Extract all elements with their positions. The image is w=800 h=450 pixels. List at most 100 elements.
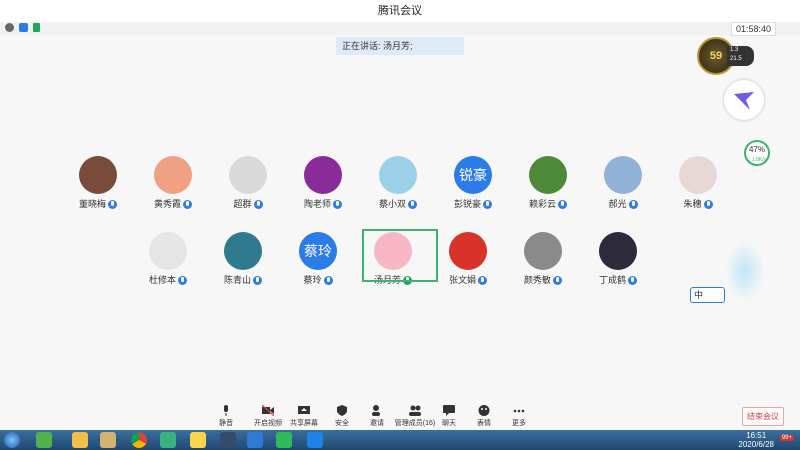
participant-tile[interactable]: 陈青山	[205, 229, 281, 311]
notification-badge[interactable]: 99+	[779, 435, 794, 441]
more-button[interactable]: 更多	[501, 405, 537, 428]
participant-name-row: 彭锐豪	[435, 197, 511, 210]
participant-tile[interactable]: 超群	[210, 153, 286, 235]
participant-tile[interactable]: 黄秀霞	[135, 153, 211, 235]
mute-button[interactable]: 静音	[208, 405, 244, 428]
add-user-icon	[372, 405, 380, 416]
participant-name: 陈青山	[223, 275, 251, 285]
participant-name: 董晓梅	[78, 199, 106, 209]
microphone-icon	[553, 276, 562, 286]
start-button[interactable]	[4, 432, 20, 448]
windows-taskbar: 16:51 2020/6/28 99+	[0, 430, 800, 450]
microphone-icon	[483, 200, 492, 210]
microphone-icon	[408, 200, 417, 210]
participant-name-row: 超群	[210, 197, 286, 210]
speaking-indicator: 正在讲话: 汤月芳;	[336, 37, 464, 55]
participant-name-row: 董晓梅	[60, 197, 136, 210]
app-icon-1[interactable]	[36, 432, 52, 448]
participant-tile[interactable]: 蔡玲 蔡玲	[280, 229, 356, 311]
wechat-icon[interactable]	[276, 432, 292, 448]
participant-tile[interactable]: 颜秀敏	[505, 229, 581, 311]
microphone-icon	[558, 200, 567, 210]
avatar	[79, 156, 117, 194]
qq-icon[interactable]	[190, 432, 206, 448]
microphone-icon	[478, 276, 487, 286]
end-meeting-button[interactable]: 结束会议	[742, 407, 784, 426]
participant-name: 蔡小双	[378, 199, 406, 209]
avatar: 蔡玲	[299, 232, 337, 270]
window-title-bar: 腾讯会议	[0, 0, 800, 23]
avatar	[529, 156, 567, 194]
participant-tile[interactable]: 张文娟	[430, 229, 506, 311]
meeting-timer: 01:58:40	[730, 22, 776, 36]
video-off-icon	[262, 405, 274, 416]
participant-name: 黄秀霞	[153, 199, 181, 209]
participant-name: 超群	[233, 199, 252, 209]
participant-tile[interactable]: 朱穗	[660, 153, 736, 235]
participant-tile[interactable]: 赖彩云	[510, 153, 586, 235]
participant-name-row: 丁成鹤	[580, 273, 656, 286]
smiley-icon	[478, 405, 490, 416]
chat-button[interactable]: 聊天	[431, 405, 467, 428]
meeting-status-bar: 01:58:40	[0, 22, 800, 36]
media-app-icon[interactable]	[220, 432, 236, 448]
avatar	[524, 232, 562, 270]
participant-name: 张文娟	[448, 275, 476, 285]
participant-name-row: 蔡玲	[280, 273, 356, 286]
participant-tile[interactable]: 丁成鹤	[580, 229, 656, 311]
info-icon[interactable]	[5, 23, 14, 32]
signal-icon[interactable]	[33, 23, 40, 32]
wps-icon[interactable]	[247, 432, 263, 448]
invite-button[interactable]: 邀请	[359, 405, 395, 428]
participant-tile[interactable]: 郝光	[585, 153, 661, 235]
file-explorer-icon[interactable]	[72, 432, 88, 448]
reactions-button[interactable]: 表情	[466, 405, 502, 428]
microphone-icon	[703, 200, 713, 210]
members-icon	[409, 405, 421, 416]
meeting-toolbar: 静音 开启视频 共享屏幕 安全 邀请 管理成员(16) 聊天 表情 更多	[0, 402, 800, 430]
security-button[interactable]: 安全	[324, 405, 360, 428]
participant-name: 彭锐豪	[453, 199, 481, 209]
chat-icon	[443, 405, 455, 416]
thunder-bird-icon[interactable]	[724, 80, 764, 120]
avatar	[229, 156, 267, 194]
microphone-icon	[108, 200, 117, 210]
media-player-icon[interactable]	[160, 432, 176, 448]
participant-tile[interactable]: 董晓梅	[60, 153, 136, 235]
participant-name: 朱穗	[683, 199, 702, 209]
participant-tile[interactable]: 蔡小双	[360, 153, 436, 235]
participant-name-row: 蔡小双	[360, 197, 436, 210]
microphone-icon	[253, 276, 262, 286]
avatar	[379, 156, 417, 194]
participant-name-row: 朱穗	[660, 197, 736, 210]
participant-name-row: 颜秀敏	[505, 273, 581, 286]
cpu-usage-widget[interactable]: 47% ↑ 1.8K/s	[744, 140, 770, 166]
microphone-icon	[178, 276, 187, 286]
participant-tile[interactable]: 锐豪 彭锐豪	[435, 153, 511, 235]
microphone-icon	[253, 200, 263, 210]
download-speed: 21.5	[730, 56, 742, 62]
participant-tile[interactable]: 杜修本	[130, 229, 206, 311]
avatar	[449, 232, 487, 270]
ime-indicator[interactable]: 中	[690, 287, 725, 303]
avatar	[149, 232, 187, 270]
net-speed-widget: 1.3 21.5	[727, 46, 754, 66]
chrome-icon[interactable]	[131, 432, 147, 448]
shield-icon	[337, 405, 347, 416]
microphone-icon	[628, 276, 637, 286]
taskbar-clock[interactable]: 16:51 2020/6/28	[738, 431, 774, 449]
video-button[interactable]: 开启视频	[250, 405, 286, 428]
participant-name: 赖彩云	[528, 199, 556, 209]
share-screen-button[interactable]: 共享屏幕	[286, 405, 322, 428]
participant-name: 蔡玲	[303, 275, 322, 285]
ime-label: 中	[694, 290, 704, 300]
folder-icon[interactable]	[100, 432, 116, 448]
active-speaker-frame	[362, 229, 438, 282]
participant-tile[interactable]: 陶老师	[285, 153, 361, 235]
shield-icon[interactable]	[19, 23, 28, 32]
microphone-icon	[333, 200, 342, 210]
participant-name-row: 陶老师	[285, 197, 361, 210]
participant-name: 陶老师	[303, 199, 331, 209]
tencent-meeting-icon[interactable]	[307, 432, 323, 448]
participant-name: 颜秀敏	[523, 275, 551, 285]
